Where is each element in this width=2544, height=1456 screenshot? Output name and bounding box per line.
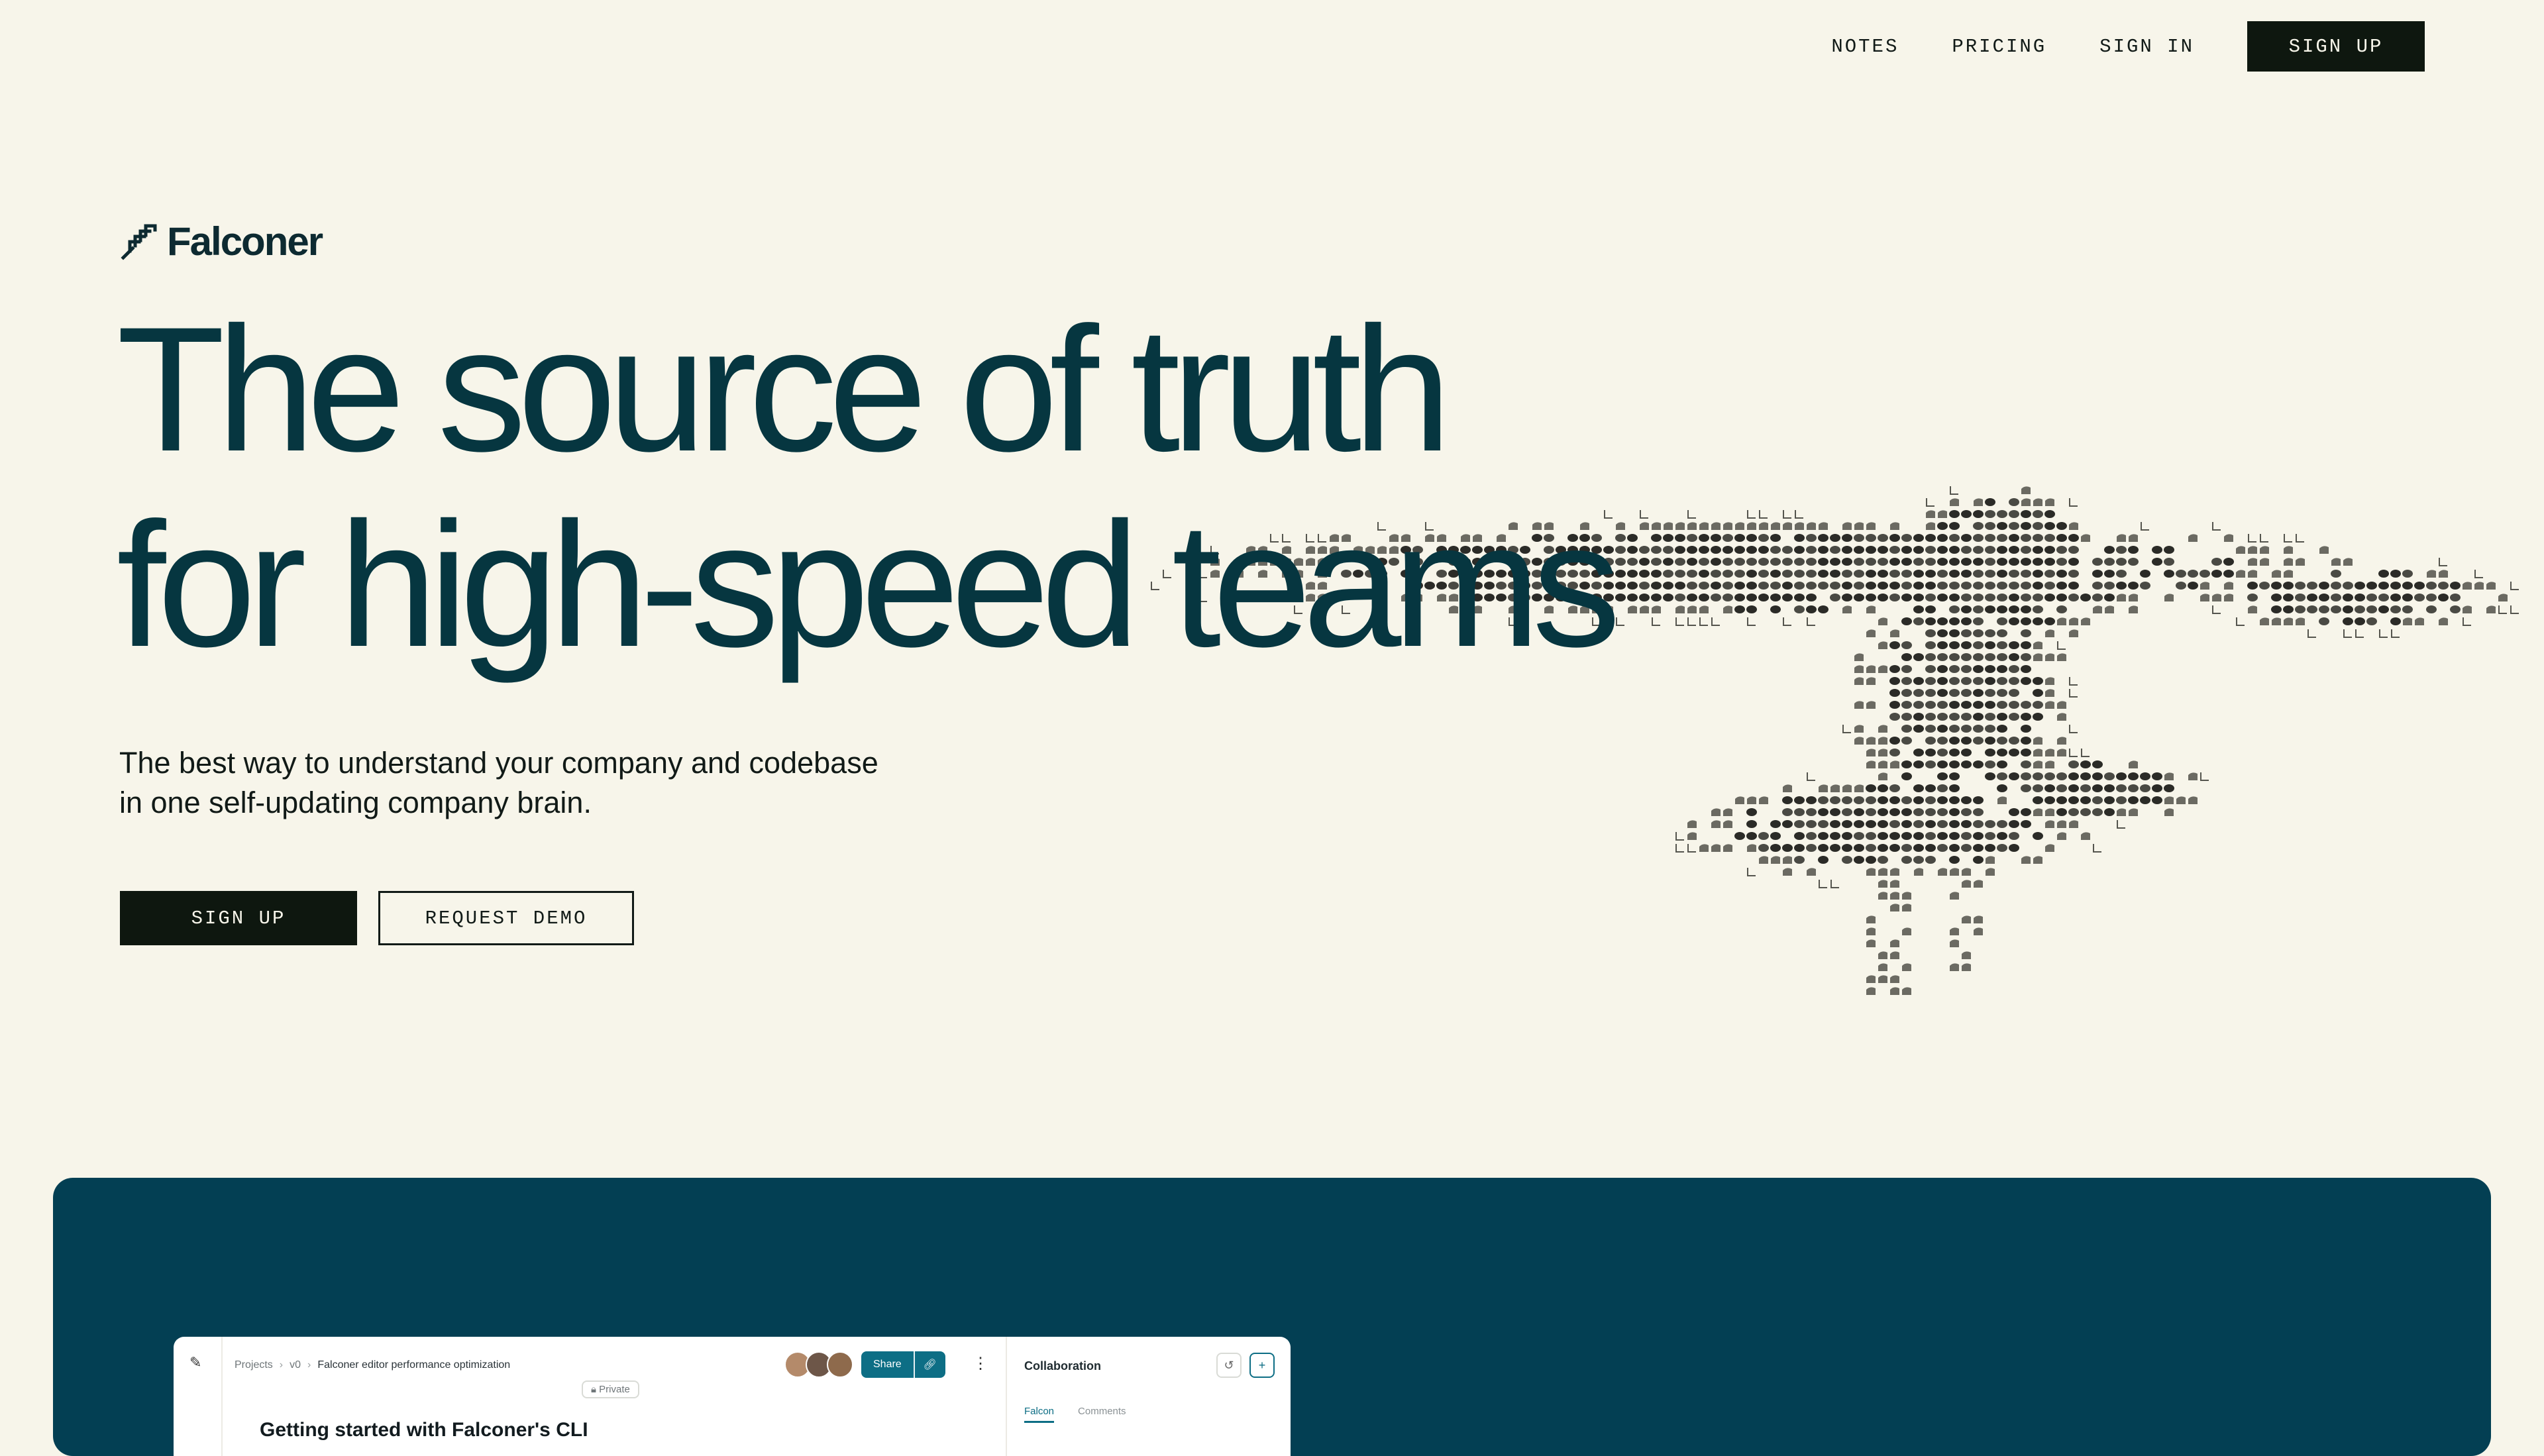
falcon-feather-icon — [121, 224, 157, 260]
collaborator-avatars[interactable] — [784, 1351, 853, 1378]
top-nav: NOTES PRICING SIGN IN SIGN UP — [1831, 21, 2425, 72]
chevron-right-icon: › — [307, 1359, 311, 1371]
hero-subtitle-line-1: The best way to understand your company … — [119, 746, 878, 780]
collaboration-title: Collaboration — [1024, 1359, 1101, 1373]
collaboration-panel: Collaboration ↺ + Falcon Comments — [1006, 1337, 1291, 1456]
nav-link-sign-in[interactable]: SIGN IN — [2099, 36, 2194, 58]
share-button[interactable]: Share — [861, 1351, 914, 1378]
request-demo-button[interactable]: REQUEST DEMO — [378, 891, 634, 945]
product-preview-section: ✎ Projects › v0 › Falconer editor perfor… — [53, 1178, 2491, 1456]
tab-comments[interactable]: Comments — [1078, 1406, 1126, 1423]
nav-link-pricing[interactable]: PRICING — [1952, 36, 2046, 58]
tab-falcon[interactable]: Falcon — [1024, 1406, 1055, 1423]
add-icon[interactable]: + — [1249, 1353, 1275, 1378]
chevron-right-icon: › — [279, 1359, 284, 1371]
nav-link-notes[interactable]: NOTES — [1831, 36, 1899, 58]
hero-headline-line-2: for high-speed teams — [117, 485, 1621, 684]
hero-sign-up-button[interactable]: SIGN UP — [120, 891, 357, 945]
lock-icon: 🔒︎ — [591, 1384, 596, 1395]
private-badge[interactable]: 🔒︎ Private — [582, 1380, 639, 1398]
collaboration-tabs: Falcon Comments — [1024, 1406, 1150, 1423]
private-badge-label: Private — [599, 1384, 630, 1395]
app-sidebar: ✎ — [174, 1337, 223, 1456]
breadcrumb-version[interactable]: v0 — [290, 1359, 301, 1371]
hero-headline-line-1: The source of truth — [117, 289, 1452, 488]
breadcrumb-current[interactable]: Falconer editor performance optimization — [317, 1359, 510, 1371]
hero-headline: The source of truth for high-speed teams — [117, 289, 1621, 684]
breadcrumb-projects[interactable]: Projects — [235, 1359, 273, 1371]
link-icon[interactable]: 🔗︎ — [913, 1351, 945, 1378]
breadcrumb: Projects › v0 › Falconer editor performa… — [235, 1359, 510, 1371]
brand-logo[interactable]: Falconer — [119, 219, 323, 264]
hero-subtitle-line-2: in one self-updating company brain. — [119, 786, 592, 819]
hero-subtitle: The best way to understand your company … — [119, 743, 980, 823]
app-window: ✎ Projects › v0 › Falconer editor perfor… — [174, 1337, 1291, 1456]
more-options-icon[interactable]: ⋮ — [973, 1354, 988, 1373]
brand-wordmark: Falconer — [167, 219, 323, 264]
edit-icon[interactable]: ✎ — [189, 1354, 201, 1371]
share-control: Share 🔗︎ — [861, 1351, 945, 1378]
nav-sign-up-button[interactable]: SIGN UP — [2247, 21, 2425, 72]
avatar — [827, 1351, 853, 1378]
document-title: Getting started with Falconer's CLI — [260, 1419, 588, 1441]
history-icon[interactable]: ↺ — [1216, 1353, 1242, 1378]
